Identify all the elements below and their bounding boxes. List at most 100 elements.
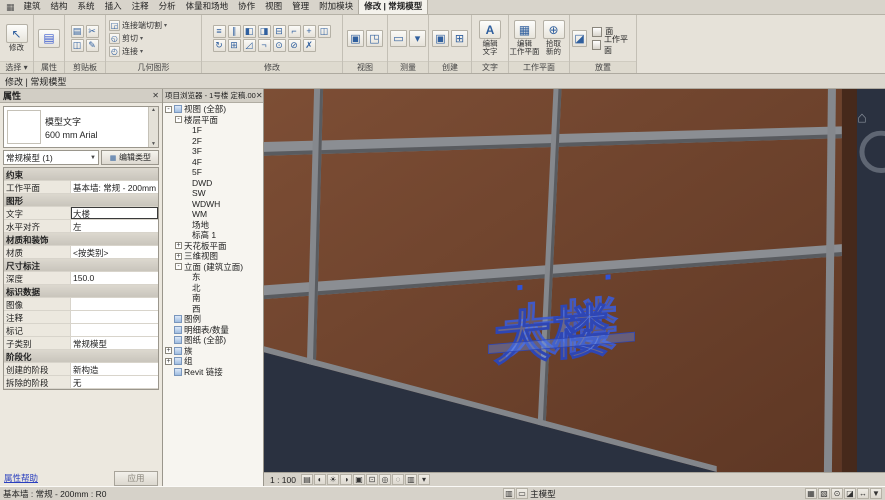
tree-floor-plan-wdwh[interactable]: WDWH bbox=[163, 199, 263, 210]
tab-addins[interactable]: 附加模块 bbox=[314, 0, 358, 14]
tree-expander-icon[interactable] bbox=[183, 127, 190, 134]
tree-expander-icon[interactable]: - bbox=[175, 263, 182, 270]
trim-extend-single-icon[interactable]: ¬ bbox=[258, 39, 271, 52]
tree-floor-plan-3f[interactable]: 3F bbox=[163, 146, 263, 157]
rotate-icon[interactable]: ↻ bbox=[213, 39, 226, 52]
create-similar-icon[interactable]: ▣ bbox=[432, 30, 449, 47]
row-horizontal-align[interactable]: 水平对齐 左 bbox=[4, 220, 158, 233]
tab-view[interactable]: 视图 bbox=[260, 0, 287, 14]
row-text[interactable]: 文字 大楼 bbox=[4, 207, 158, 220]
tree-expander-icon[interactable] bbox=[183, 179, 190, 186]
tree-revit-links[interactable]: Revit 链接 bbox=[163, 367, 263, 378]
filter-icon[interactable]: ▼ bbox=[870, 488, 882, 499]
panel-label-create[interactable]: 创建 bbox=[429, 61, 471, 73]
app-menu-icon[interactable]: ▦ bbox=[2, 2, 19, 14]
trim-extend-corner-icon[interactable]: ⌐ bbox=[288, 25, 301, 38]
hide-elements-icon[interactable]: ▣ bbox=[347, 30, 364, 47]
tab-systems[interactable]: 系统 bbox=[73, 0, 100, 14]
instance-selector[interactable]: 常规模型 (1) ▼ bbox=[3, 150, 99, 165]
tree-elevation-south[interactable]: 南 bbox=[163, 293, 263, 304]
panel-label-modify[interactable]: 修改 bbox=[202, 61, 342, 73]
shadows-icon[interactable]: ◑ bbox=[340, 474, 352, 485]
copy-icon[interactable]: ◫ bbox=[71, 39, 84, 52]
reveal-hidden-elements-icon[interactable]: ◌ bbox=[392, 474, 404, 485]
temporary-hide-isolate-icon[interactable]: ◎ bbox=[379, 474, 391, 485]
tree-expander-icon[interactable] bbox=[183, 158, 190, 165]
tree-sheets[interactable]: 图纸 (全部) bbox=[163, 335, 263, 346]
move-icon[interactable]: + bbox=[303, 25, 316, 38]
design-options-icon[interactable]: ▭ bbox=[516, 488, 528, 499]
worksets-icon[interactable]: ▥ bbox=[503, 488, 515, 499]
measure-icon[interactable]: ▭ bbox=[390, 30, 407, 47]
properties-button[interactable]: ▤ bbox=[36, 29, 62, 48]
delete-icon[interactable]: ✗ bbox=[303, 39, 316, 52]
panel-label-workplane[interactable]: 工作平面 bbox=[509, 61, 569, 73]
scale-icon[interactable]: ◿ bbox=[243, 39, 256, 52]
tree-expander-icon[interactable]: + bbox=[165, 347, 172, 354]
mirror-pick-axis-icon[interactable]: ◧ bbox=[243, 25, 256, 38]
create-group-icon[interactable]: ⊞ bbox=[451, 30, 468, 47]
property-value[interactable]: <按类别> bbox=[71, 246, 158, 258]
tree-expander-icon[interactable]: + bbox=[165, 358, 172, 365]
tab-annotate[interactable]: 注释 bbox=[127, 0, 154, 14]
visual-style-icon[interactable]: ◐ bbox=[314, 474, 326, 485]
array-icon[interactable]: ⊞ bbox=[228, 39, 241, 52]
type-selector[interactable]: 模型文字 600 mm Arial ▲ ▼ bbox=[3, 106, 159, 148]
tree-floor-plan-4f[interactable]: 4F bbox=[163, 157, 263, 168]
design-option-label[interactable]: 主模型 bbox=[530, 488, 556, 500]
tree-expander-icon[interactable] bbox=[183, 274, 190, 281]
show-crop-region-icon[interactable]: ⊡ bbox=[366, 474, 378, 485]
property-value[interactable]: 常规模型 bbox=[71, 337, 158, 349]
property-value[interactable]: 新构造 bbox=[71, 363, 158, 375]
tree-expander-icon[interactable] bbox=[183, 305, 190, 312]
property-value[interactable]: 左 bbox=[71, 220, 158, 232]
pin-icon[interactable]: ⊙ bbox=[273, 39, 286, 52]
offset-icon[interactable]: ∥ bbox=[228, 25, 241, 38]
tree-expander-icon[interactable]: + bbox=[175, 253, 182, 260]
group-materials[interactable]: 材质和装饰 bbox=[4, 233, 158, 246]
tab-collaborate[interactable]: 协作 bbox=[233, 0, 260, 14]
panel-label-placement[interactable]: 放置 bbox=[570, 61, 636, 73]
panel-label-geometry[interactable]: 几何图形 bbox=[106, 61, 201, 73]
row-mark[interactable]: 标记 bbox=[4, 324, 158, 337]
tab-structure[interactable]: 结构 bbox=[46, 0, 73, 14]
edit-work-plane-button[interactable]: ▦ 编辑 工作平面 bbox=[511, 20, 538, 56]
tree-floor-plan-wm[interactable]: WM bbox=[163, 209, 263, 220]
group-phasing[interactable]: 阶段化 bbox=[4, 350, 158, 363]
tree-elevation-north[interactable]: 北 bbox=[163, 283, 263, 294]
tree-expander-icon[interactable]: + bbox=[175, 242, 182, 249]
tree-expander-icon[interactable]: - bbox=[165, 106, 172, 113]
panel-label-text[interactable]: 文字 bbox=[472, 61, 508, 73]
property-value[interactable] bbox=[71, 311, 158, 323]
scroll-up-icon[interactable]: ▲ bbox=[151, 107, 156, 113]
type-selector-scrollbar[interactable]: ▲ ▼ bbox=[148, 107, 158, 147]
copy-icon[interactable]: ◫ bbox=[318, 25, 331, 38]
tree-floor-plan-2f[interactable]: 2F bbox=[163, 136, 263, 147]
select-underlay-icon[interactable]: ▧ bbox=[818, 488, 830, 499]
pick-new-host-button[interactable]: ⊕ 拾取 新的 bbox=[540, 20, 567, 56]
scroll-down-icon[interactable]: ▼ bbox=[151, 141, 156, 147]
tree-expander-icon[interactable] bbox=[183, 221, 190, 228]
selection-grip[interactable] bbox=[517, 285, 522, 290]
edit-type-button[interactable]: ▦ 编辑类型 bbox=[101, 150, 159, 165]
tab-massing-site[interactable]: 体量和场地 bbox=[181, 0, 234, 14]
row-work-plane[interactable]: 工作平面 基本墙: 常规 - 200mm bbox=[4, 181, 158, 194]
tree-expander-icon[interactable] bbox=[165, 316, 172, 323]
drawing-area[interactable]: ⌂ 大楼 大楼 bbox=[264, 89, 885, 472]
tree-expander-icon[interactable] bbox=[183, 148, 190, 155]
group-identity-data[interactable]: 标识数据 bbox=[4, 285, 158, 298]
property-value[interactable]: 150.0 bbox=[71, 272, 158, 284]
tree-expander-icon[interactable] bbox=[183, 137, 190, 144]
tree-families[interactable]: + 族 bbox=[163, 346, 263, 357]
align-icon[interactable]: ≡ bbox=[213, 25, 226, 38]
tree-floor-plan-sw[interactable]: SW bbox=[163, 188, 263, 199]
modify-tool-button[interactable]: ↖ 修改 bbox=[3, 24, 31, 52]
selection-grip[interactable] bbox=[606, 274, 611, 279]
row-phase-created[interactable]: 创建的阶段 新构造 bbox=[4, 363, 158, 376]
property-value[interactable]: 无 bbox=[71, 376, 158, 388]
unpin-icon[interactable]: ⊘ bbox=[288, 39, 301, 52]
tree-expander-icon[interactable] bbox=[183, 211, 190, 218]
row-comments[interactable]: 注释 bbox=[4, 311, 158, 324]
edit-text-button[interactable]: A 编辑 文字 bbox=[476, 20, 504, 56]
close-icon[interactable]: ✕ bbox=[256, 91, 263, 100]
